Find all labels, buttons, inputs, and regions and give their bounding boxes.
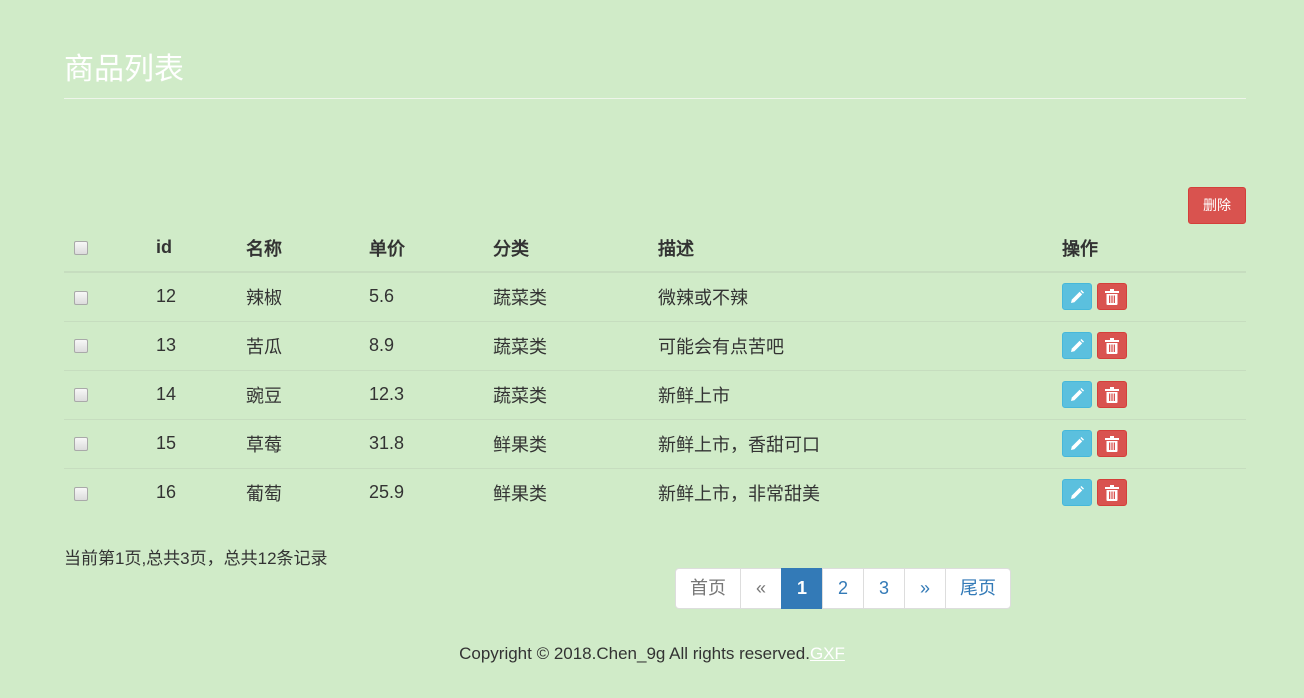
cell-actions: [1062, 321, 1246, 370]
delete-button[interactable]: [1097, 430, 1127, 457]
header-price: 单价: [369, 238, 405, 259]
trash-icon: [1105, 435, 1119, 452]
cell-category: 鲜果类: [493, 434, 547, 455]
cell-category: 蔬菜类: [493, 336, 547, 357]
select-all-cell: [64, 224, 156, 272]
row-select-cell: [64, 419, 156, 468]
cell-name: 豌豆: [246, 385, 282, 406]
table-header-row: id 名称 单价 分类 描述 操作: [64, 224, 1246, 272]
cell-name: 葡萄: [246, 483, 282, 504]
page-link-3[interactable]: 3: [863, 568, 905, 609]
delete-button[interactable]: [1097, 332, 1127, 359]
pencil-icon: [1071, 485, 1084, 499]
cell-id: 14: [156, 384, 177, 404]
delete-button[interactable]: [1097, 381, 1127, 408]
table-row: 14 豌豆 12.3 蔬菜类 新鲜上市: [64, 370, 1246, 419]
edit-button[interactable]: [1062, 283, 1092, 311]
trash-icon: [1105, 386, 1119, 403]
page-link-2[interactable]: 2: [822, 568, 864, 609]
page-link-1[interactable]: 1: [781, 568, 823, 609]
table-row: 16 葡萄 25.9 鲜果类 新鲜上市，非常甜美: [64, 468, 1246, 517]
prev-page-link[interactable]: «: [740, 568, 782, 609]
cell-name: 苦瓜: [246, 336, 282, 357]
cell-description: 可能会有点苦吧: [658, 336, 784, 357]
row-checkbox[interactable]: [74, 339, 88, 354]
cell-id: 12: [156, 286, 177, 307]
edit-button[interactable]: [1062, 381, 1092, 408]
trash-icon: [1105, 484, 1119, 501]
cell-id: 16: [156, 482, 177, 503]
goods-table: id 名称 单价 分类 描述 操作 12 辣椒 5.6 蔬菜类 微辣或不辣 13…: [64, 224, 1246, 517]
cell-id: 13: [156, 335, 177, 355]
pencil-icon: [1071, 436, 1084, 450]
row-checkbox[interactable]: [74, 290, 88, 305]
edit-button[interactable]: [1062, 479, 1092, 507]
trash-icon: [1105, 288, 1119, 305]
row-select-cell: [64, 321, 156, 370]
row-checkbox[interactable]: [74, 486, 88, 501]
cell-description: 微辣或不辣: [658, 287, 748, 308]
page-header: 商品列表: [64, 50, 1246, 99]
delete-button[interactable]: [1097, 283, 1127, 311]
cell-price: 31.8: [369, 433, 405, 453]
cell-description: 新鲜上市: [658, 385, 730, 406]
edit-button[interactable]: [1062, 430, 1092, 457]
header-name: 名称: [246, 238, 282, 259]
row-select-cell: [64, 272, 156, 321]
header-actions: 操作: [1062, 238, 1098, 259]
cell-price: 25.9: [369, 482, 405, 503]
cell-actions: [1062, 370, 1246, 419]
delete-button[interactable]: [1097, 479, 1127, 507]
cell-name: 草莓: [246, 434, 282, 455]
next-page-link[interactable]: »: [904, 568, 946, 609]
cell-price: 8.9: [369, 335, 395, 355]
pencil-icon: [1071, 387, 1084, 401]
cell-price: 5.6: [369, 286, 395, 307]
trash-icon: [1105, 337, 1119, 354]
first-page-link[interactable]: 首页: [675, 568, 741, 609]
pagination: 首页 « 1 2 3 » 尾页: [675, 568, 1011, 609]
cell-actions: [1062, 468, 1246, 517]
cell-actions: [1062, 272, 1246, 321]
bulk-delete-button[interactable]: 删除: [1188, 187, 1246, 224]
edit-button[interactable]: [1062, 332, 1092, 359]
footer-link[interactable]: GXF: [810, 644, 845, 663]
cell-category: 鲜果类: [493, 483, 547, 504]
row-checkbox[interactable]: [74, 437, 88, 452]
cell-description: 新鲜上市，非常甜美: [658, 483, 820, 504]
cell-id: 15: [156, 433, 177, 453]
cell-category: 蔬菜类: [493, 385, 547, 406]
last-page-link[interactable]: 尾页: [945, 568, 1011, 609]
cell-price: 12.3: [369, 384, 405, 404]
pagination-summary: 当前第1页,总共3页，总共12条记录: [64, 549, 328, 568]
header-id: id: [156, 237, 172, 257]
header-description: 描述: [658, 238, 694, 259]
page-title: 商品列表: [64, 53, 184, 86]
cell-description: 新鲜上市，香甜可口: [658, 434, 820, 455]
cell-name: 辣椒: [246, 287, 282, 308]
copyright-text: Copyright © 2018.Chen_9g All rights rese…: [459, 644, 810, 663]
select-all-checkbox[interactable]: [74, 241, 88, 256]
row-select-cell: [64, 370, 156, 419]
header-category: 分类: [493, 238, 529, 259]
pencil-icon: [1071, 338, 1084, 352]
cell-actions: [1062, 419, 1246, 468]
table-row: 13 苦瓜 8.9 蔬菜类 可能会有点苦吧: [64, 321, 1246, 370]
footer: Copyright © 2018.Chen_9g All rights rese…: [0, 644, 1304, 664]
pencil-icon: [1071, 289, 1084, 303]
cell-category: 蔬菜类: [493, 287, 547, 308]
table-row: 15 草莓 31.8 鲜果类 新鲜上市，香甜可口: [64, 419, 1246, 468]
table-row: 12 辣椒 5.6 蔬菜类 微辣或不辣: [64, 272, 1246, 321]
row-select-cell: [64, 468, 156, 517]
row-checkbox[interactable]: [74, 388, 88, 403]
